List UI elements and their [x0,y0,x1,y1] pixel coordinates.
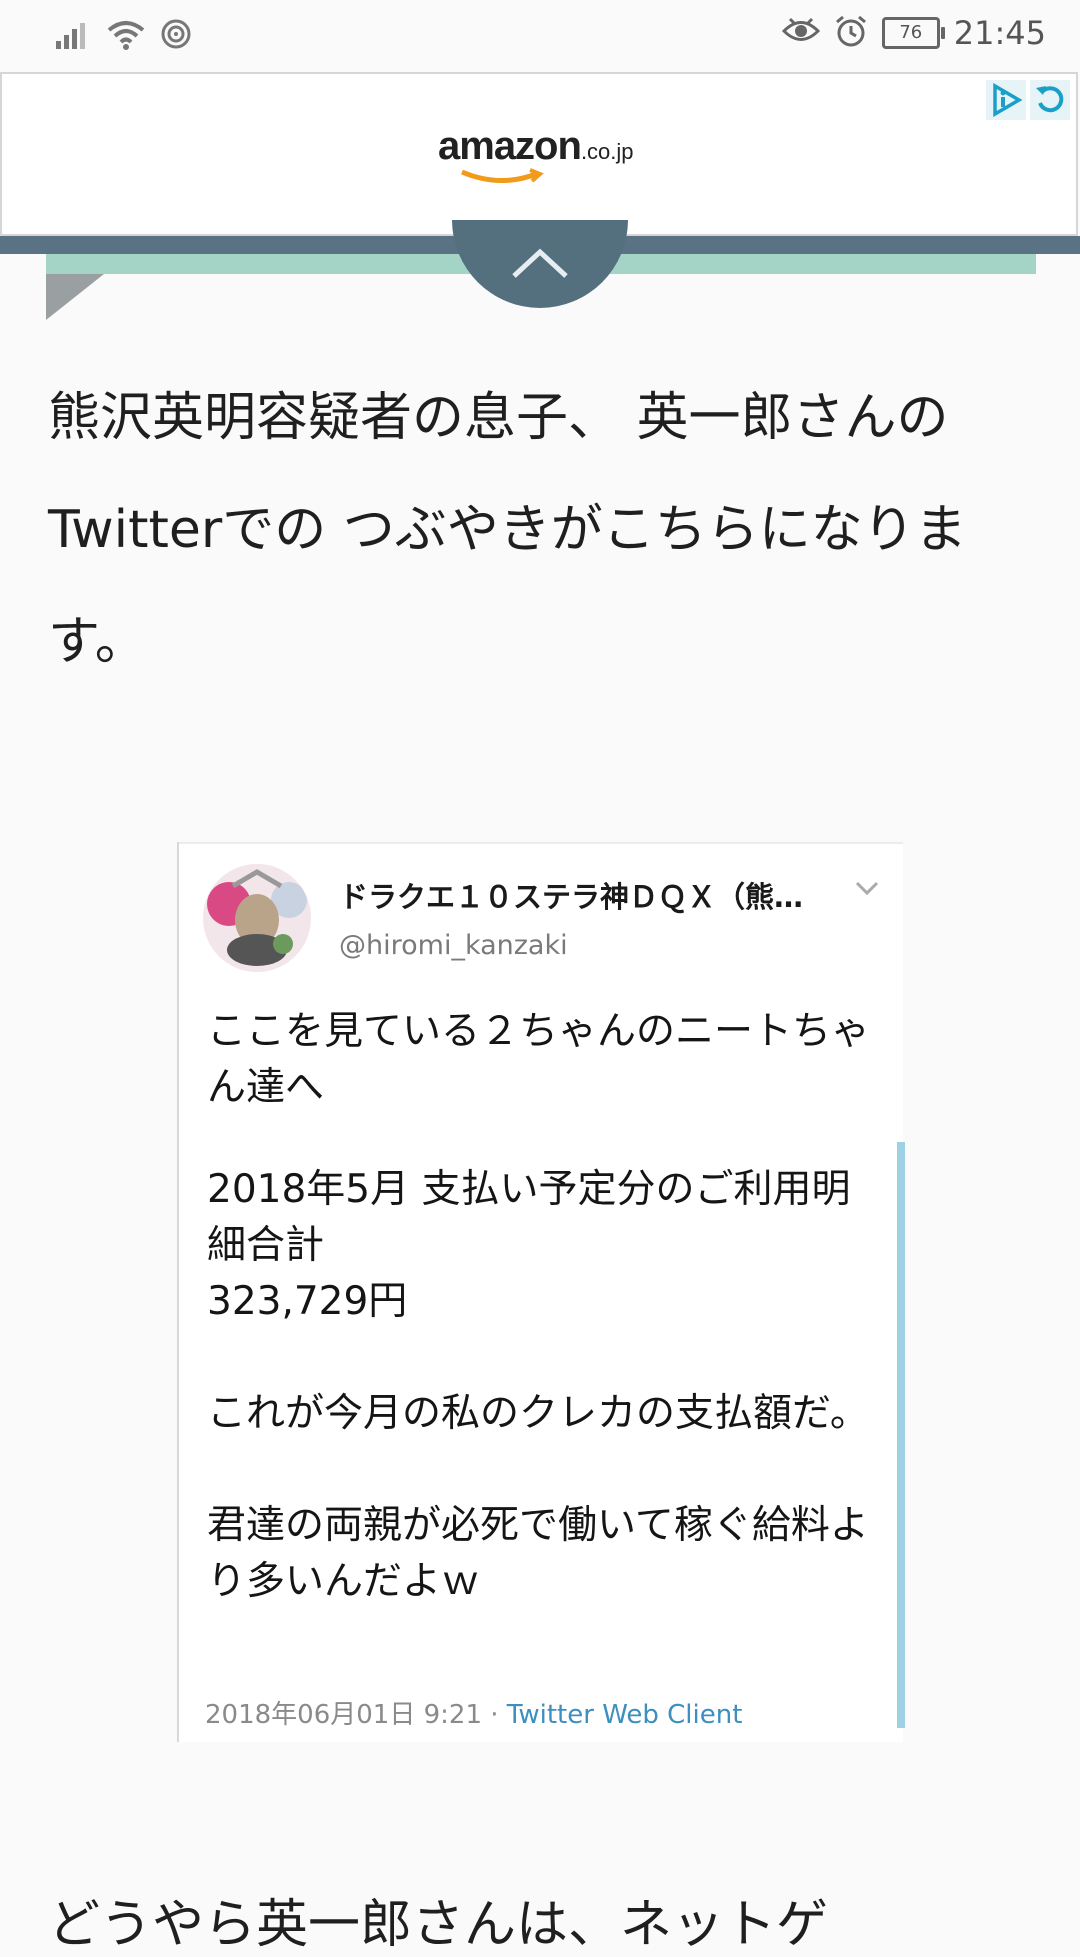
tweet-meta: 2018年06月01日 9:21 · Twitter Web Client [205,1694,742,1731]
status-bar: 76 21:45 [0,0,1080,72]
tweet-text: ここを見ている２ちゃんのニートちゃん達へ 2018年5月 支払い予定分のご利用明… [207,1004,877,1666]
tweet-quote-bar [897,1142,905,1728]
chevron-up-icon [512,248,568,278]
amazon-logo[interactable]: amazon.co.jp [438,124,634,184]
avatar [203,864,311,972]
scroll-top-button[interactable] [452,220,628,308]
article-lead-text: 熊沢英明容疑者の息子、 英一郎さんのTwitterでの つぶやきがこちらになりま… [48,388,967,672]
battery-icon: 76 [881,17,945,49]
tweet-separator: · [482,1700,507,1730]
ad-logo-tld: .co.jp [580,139,634,164]
heading-fold [46,274,104,320]
status-right: 76 21:45 [781,14,1046,52]
clock: 21:45 [953,14,1046,52]
tweet-paragraph: 君達の両親が必死で働いて稼ぐ給料より多いんだよｗ [207,1503,869,1604]
tweet-handle: @hiromi_kanzaki [339,930,568,961]
replay-icon[interactable] [1030,80,1070,120]
signal-icon [56,19,92,53]
chevron-down-icon [855,880,879,900]
ad-badges [986,80,1070,120]
ad-banner[interactable]: amazon.co.jp [0,72,1078,236]
tweet-timestamp: 2018年06月01日 9:21 [205,1700,482,1730]
eye-icon [781,16,820,50]
tweet-paragraph: ここを見ている２ちゃんのニートちゃん達へ [207,1009,871,1110]
tweet-display-name: ドラクエ１０ステラ神ＤＱＸ（熊… [339,880,804,914]
status-left [56,18,192,54]
tweet-embed: ドラクエ１０ステラ神ＤＱＸ（熊… @hiromi_kanzaki ここを見ている… [177,842,905,1742]
ad-logo-word: amazon [438,124,582,168]
tweet-paragraph: これが今月の私のクレカの支払額だ。 [207,1391,869,1436]
adchoices-icon[interactable] [986,80,1026,120]
tweet-client: Twitter Web Client [506,1700,743,1730]
tweet-paragraph: 2018年5月 支払い予定分のご利用明細合計 323,729円 [207,1167,851,1324]
alarm-icon [834,14,868,52]
wifi-icon [106,18,146,54]
amazon-smile-icon [461,168,544,184]
tweet-top-border [179,842,903,844]
nfc-icon [160,18,192,54]
